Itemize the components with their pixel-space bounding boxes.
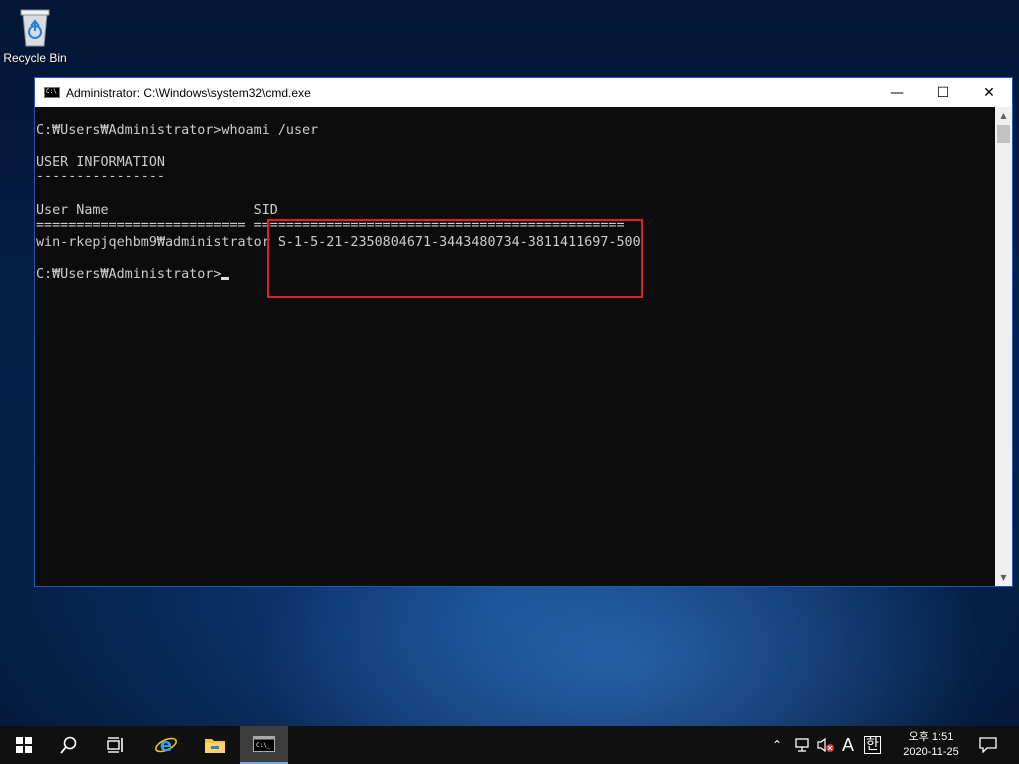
task-view-button[interactable] (92, 726, 140, 764)
clock-time: 오후 1:51 (908, 731, 954, 743)
input-mode-hangul-indicator[interactable]: 한 (864, 736, 881, 754)
search-icon (60, 736, 77, 754)
cmd-taskbar-button[interactable]: C:\_ (240, 726, 288, 764)
search-button[interactable] (45, 726, 93, 764)
recycle-bin-shortcut[interactable]: Recycle Bin (2, 6, 68, 65)
title-bar[interactable]: Administrator: C:\Windows\system32\cmd.e… (35, 78, 1012, 107)
prompt-text: C:₩Users₩Administrator> (36, 267, 222, 282)
recycle-bin-icon (20, 9, 50, 47)
show-hidden-icons-chevron-icon[interactable]: ⌃ (772, 738, 788, 752)
internet-explorer-icon: e (155, 735, 177, 756)
svg-text:e: e (160, 735, 172, 756)
scroll-thumb[interactable] (997, 125, 1010, 143)
text-cursor (221, 277, 230, 280)
system-tray: ⌃ A 한 (772, 726, 881, 764)
action-center-button[interactable] (966, 726, 1010, 764)
console-line-column-headers: User Name SID (36, 203, 278, 218)
cmd-window[interactable]: Administrator: C:\Windows\system32\cmd.e… (34, 77, 1013, 587)
task-view-icon (107, 737, 123, 753)
notification-icon (979, 737, 997, 753)
internet-explorer-button[interactable]: e (142, 726, 190, 764)
window-title: Administrator: C:\Windows\system32\cmd.e… (66, 85, 311, 100)
volume-muted-icon[interactable] (816, 737, 836, 753)
maximize-button[interactable]: ☐ (920, 78, 966, 107)
scroll-down-arrow-icon[interactable]: ▼ (995, 569, 1012, 586)
console-line-prompt: C:₩Users₩Administrator> (36, 267, 230, 283)
vertical-scrollbar[interactable]: ▲ ▼ (995, 107, 1012, 586)
minimize-button[interactable]: — (874, 78, 920, 107)
command-prompt-icon: C:\_ (253, 736, 275, 752)
input-mode-a-indicator[interactable]: A (842, 735, 854, 756)
svg-text:C:\_: C:\_ (256, 742, 271, 749)
taskbar: e C:\_ ⌃ A 한 오후 1:51 2020-11-25 (0, 726, 1019, 764)
file-explorer-button[interactable] (191, 726, 239, 764)
close-button[interactable]: ✕ (966, 78, 1012, 107)
recycle-bin-label: Recycle Bin (3, 51, 67, 65)
sid-highlight-box (267, 219, 643, 298)
console-line-heading-underline: ---------------- (36, 169, 165, 184)
start-button[interactable] (0, 726, 48, 764)
cmd-app-icon[interactable] (44, 87, 60, 98)
clock-date: 2020-11-25 (903, 746, 959, 758)
scroll-up-arrow-icon[interactable]: ▲ (995, 107, 1012, 124)
network-icon[interactable] (794, 737, 812, 753)
clock[interactable]: 오후 1:51 2020-11-25 (900, 730, 962, 760)
console-output[interactable]: C:₩Users₩Administrator>whoami /user USER… (35, 107, 996, 586)
windows-logo-icon (16, 737, 32, 753)
console-line-command: C:₩Users₩Administrator>whoami /user (36, 123, 319, 138)
folder-icon (205, 739, 225, 753)
